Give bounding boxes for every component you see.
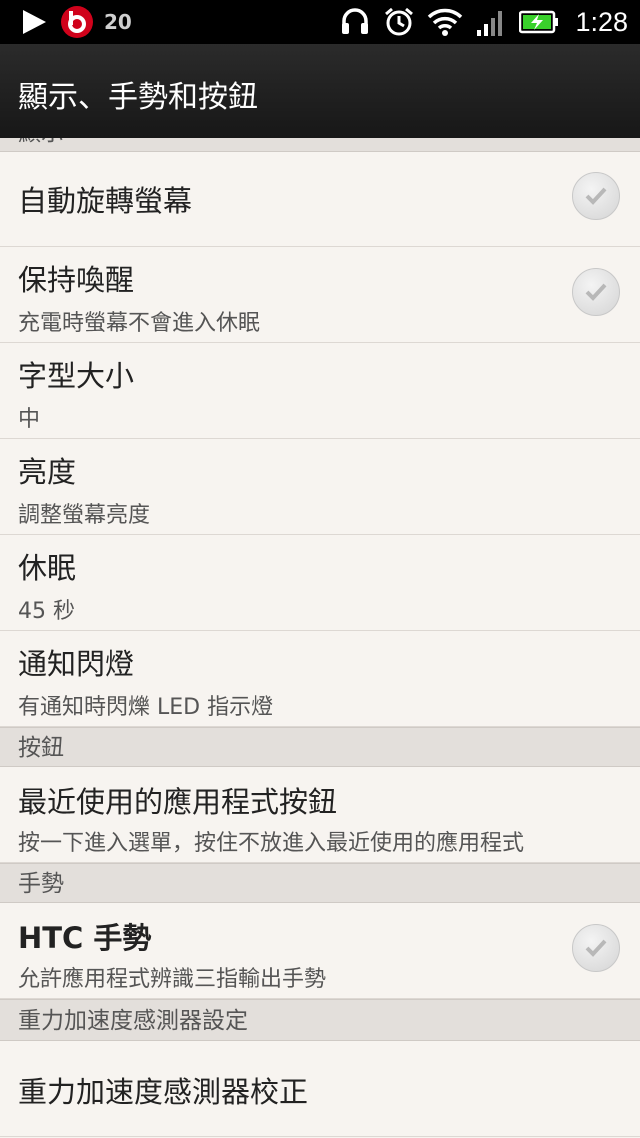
htc-gestures-checkbox[interactable]	[572, 924, 620, 972]
checkmark-icon	[585, 187, 607, 205]
status-bar: 20 1:28	[0, 0, 640, 44]
auto-rotate-checkbox[interactable]	[572, 172, 620, 220]
section-header-label: 按鈕	[18, 735, 64, 761]
section-header-buttons: 按鈕	[0, 727, 640, 767]
settings-list[interactable]: 顯示 自動旋轉螢幕 保持喚醒 充電時螢幕不會進入休眠 字型大小 中 亮度 調整螢…	[0, 138, 640, 1138]
row-title: 亮度	[18, 455, 77, 489]
section-header-gestures: 手勢	[0, 863, 640, 903]
alarm-icon	[383, 6, 415, 38]
row-auto-rotate[interactable]: 自動旋轉螢幕	[0, 152, 640, 247]
headset-icon	[339, 6, 371, 38]
row-subtitle: 按一下進入選單，按住不放進入最近使用的應用程式	[18, 831, 525, 856]
row-htc-gestures[interactable]: HTC 手勢 允許應用程式辨識三指輸出手勢	[0, 903, 640, 999]
row-notification-flash[interactable]: 通知閃燈 有通知時閃爍 LED 指示燈	[0, 631, 640, 727]
page-title: 顯示、手勢和按鈕	[18, 80, 258, 115]
row-subtitle: 45 秒	[18, 599, 75, 624]
signal-icon	[475, 8, 507, 36]
row-brightness[interactable]: 亮度 調整螢幕亮度	[0, 439, 640, 535]
section-header-display: 顯示	[0, 138, 640, 152]
section-header-label: 顯示	[18, 138, 64, 146]
row-subtitle: 中	[18, 407, 41, 432]
beats-icon	[60, 5, 94, 39]
row-title: 通知閃燈	[18, 647, 135, 681]
section-header-label: 手勢	[18, 871, 64, 897]
section-header-gsensor: 重力加速度感測器設定	[0, 999, 640, 1041]
row-title: 自動旋轉螢幕	[18, 184, 193, 218]
section-header-label: 重力加速度感測器設定	[18, 1008, 248, 1034]
checkmark-icon	[585, 283, 607, 301]
row-title: 保持喚醒	[18, 263, 135, 297]
row-subtitle: 有通知時閃爍 LED 指示燈	[18, 695, 274, 720]
status-bar-right: 1:28	[333, 0, 628, 44]
row-title: 休眠	[18, 551, 77, 585]
play-icon	[20, 8, 48, 36]
wifi-icon	[427, 7, 463, 37]
stay-awake-checkbox[interactable]	[572, 268, 620, 316]
row-title: 字型大小	[18, 359, 135, 393]
notification-count: 20	[104, 10, 132, 34]
row-title: HTC 手勢	[18, 921, 152, 955]
row-title: 重力加速度感測器校正	[18, 1075, 309, 1109]
row-sleep[interactable]: 休眠 45 秒	[0, 535, 640, 631]
row-gsensor-calibration[interactable]: 重力加速度感測器校正	[0, 1041, 640, 1137]
title-bar: 顯示、手勢和按鈕	[0, 44, 640, 140]
row-subtitle: 充電時螢幕不會進入休眠	[18, 311, 261, 336]
row-stay-awake[interactable]: 保持喚醒 充電時螢幕不會進入休眠	[0, 247, 640, 343]
row-font-size[interactable]: 字型大小 中	[0, 343, 640, 439]
checkmark-icon	[585, 939, 607, 957]
clock: 1:28	[575, 6, 628, 37]
status-bar-left: 20	[14, 0, 132, 44]
row-subtitle: 調整螢幕亮度	[18, 503, 151, 528]
row-title: 最近使用的應用程式按鈕	[18, 785, 338, 819]
row-subtitle: 允許應用程式辨識三指輸出手勢	[18, 967, 327, 992]
battery-charging-icon	[519, 9, 559, 35]
row-recent-apps-button[interactable]: 最近使用的應用程式按鈕 按一下進入選單，按住不放進入最近使用的應用程式	[0, 767, 640, 863]
